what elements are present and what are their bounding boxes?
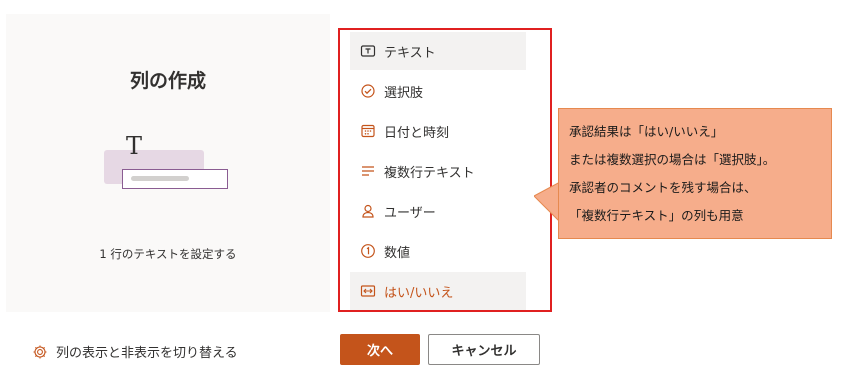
text-cursor-icon: T bbox=[126, 132, 143, 160]
cancel-button[interactable]: キャンセル bbox=[428, 334, 540, 365]
column-type-label: 日付と時刻 bbox=[384, 125, 450, 141]
multiline-text-icon bbox=[360, 163, 376, 179]
callout-line: 承認結果は「はい/いいえ」 bbox=[569, 124, 724, 139]
text-field-illustration: T bbox=[104, 132, 234, 212]
callout-line: 承認者のコメントを残す場合は、 bbox=[569, 180, 757, 195]
person-icon bbox=[360, 203, 376, 219]
column-type-label: 選択肢 bbox=[384, 85, 424, 101]
yes-no-icon bbox=[360, 283, 376, 299]
column-type-yes-no[interactable]: はい/いいえ bbox=[350, 272, 526, 310]
toggle-columns-label: 列の表示と非表示を切り替える bbox=[56, 346, 238, 361]
column-type-person[interactable]: ユーザー bbox=[350, 192, 526, 230]
callout-line: または複数選択の場合は「選択肢」。 bbox=[569, 152, 776, 167]
column-type-label: ユーザー bbox=[384, 205, 436, 221]
toggle-columns-link[interactable]: 列の表示と非表示を切り替える bbox=[32, 342, 238, 361]
number-icon bbox=[360, 243, 376, 259]
column-type-text[interactable]: テキスト bbox=[350, 32, 526, 70]
column-type-label: 数値 bbox=[384, 245, 411, 261]
choice-icon bbox=[360, 83, 376, 99]
panel-title: 列の作成 bbox=[129, 70, 206, 92]
column-type-label: 複数行テキスト bbox=[384, 165, 475, 181]
column-type-multiline[interactable]: 複数行テキスト bbox=[350, 152, 526, 190]
column-type-label: テキスト bbox=[384, 45, 436, 61]
text-icon bbox=[360, 43, 376, 59]
column-preview-panel: 列の作成 T 1 行のテキストを設定する bbox=[6, 14, 330, 312]
column-type-number[interactable]: 数値 bbox=[350, 232, 526, 270]
annotation-callout: 承認結果は「はい/いいえ」 または複数選択の場合は「選択肢」。 承認者のコメント… bbox=[558, 108, 832, 239]
calendar-icon bbox=[360, 123, 376, 139]
panel-description: 1 行のテキストを設定する bbox=[99, 247, 237, 261]
column-type-label: はい/いいえ bbox=[384, 285, 454, 301]
next-button[interactable]: 次へ bbox=[340, 334, 420, 365]
callout-pointer bbox=[534, 182, 560, 222]
illustration-field bbox=[122, 169, 228, 189]
column-type-list: テキスト 選択肢 日付と時刻 複数行テキスト ユーザー 数値 はい/いいえ bbox=[338, 28, 552, 312]
callout-line: 「複数行テキスト」の列も用意 bbox=[569, 208, 744, 223]
illustration-field-line bbox=[131, 176, 189, 181]
column-type-choice[interactable]: 選択肢 bbox=[350, 72, 526, 110]
gear-icon bbox=[32, 344, 48, 360]
column-type-datetime[interactable]: 日付と時刻 bbox=[350, 112, 526, 150]
